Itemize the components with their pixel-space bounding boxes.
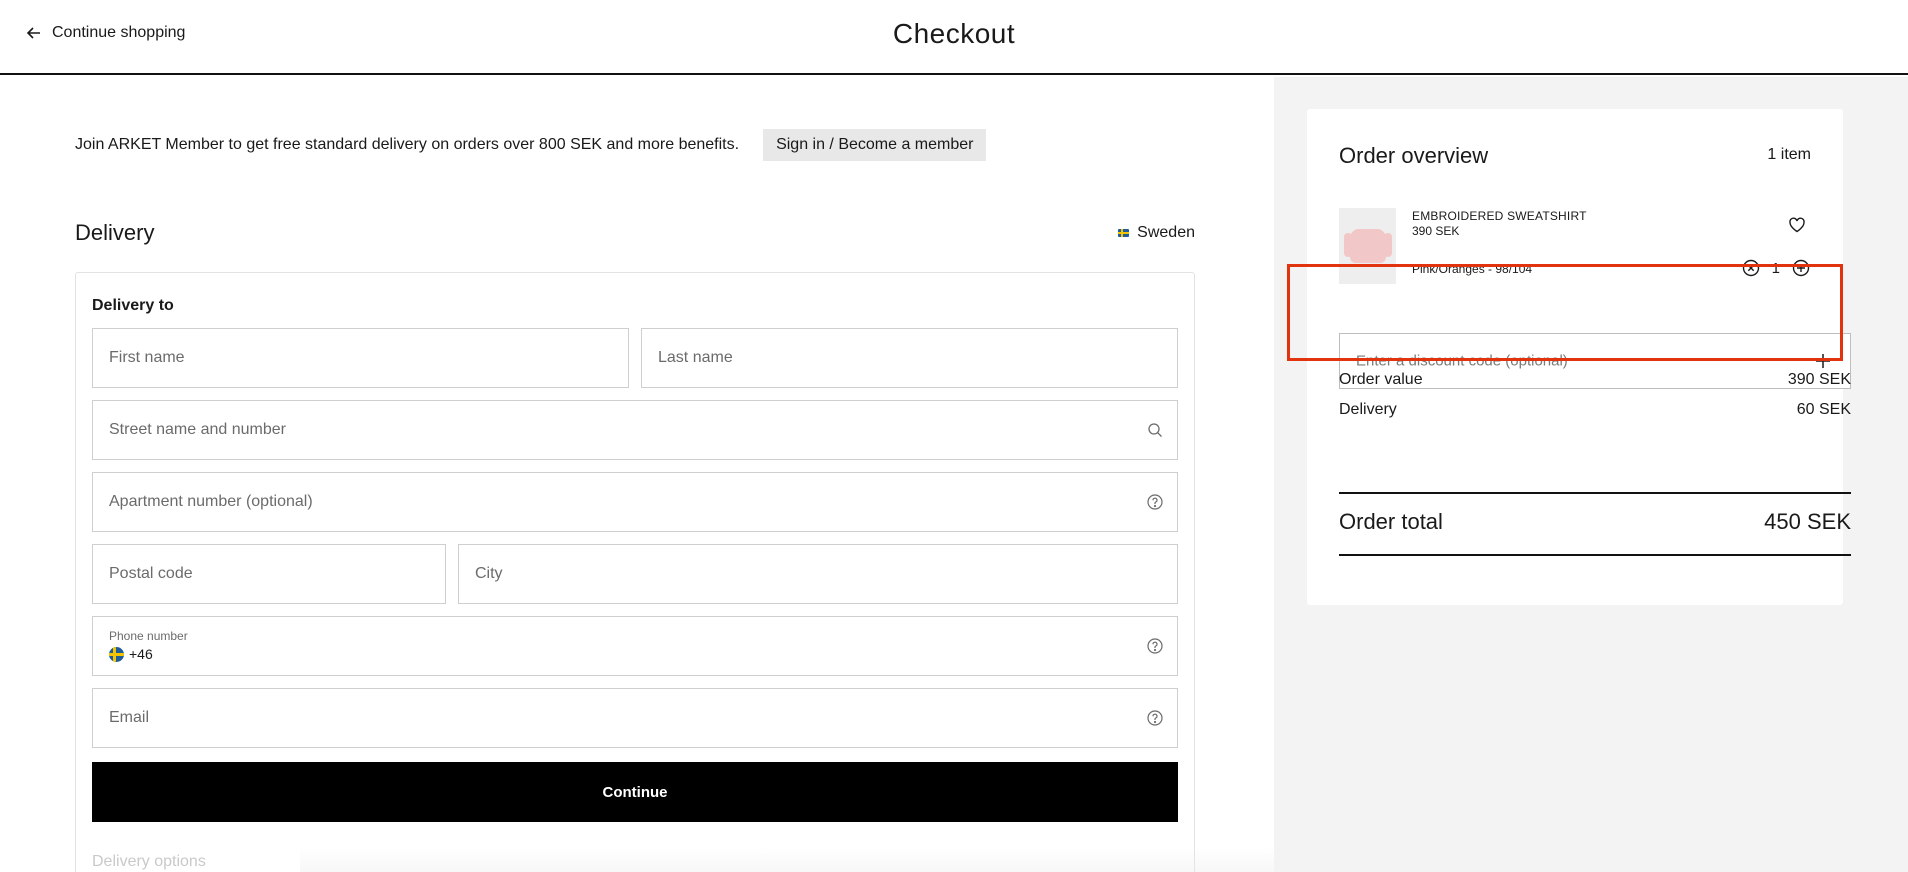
country-selector[interactable]: Sweden bbox=[1118, 224, 1195, 242]
remove-circle-icon[interactable] bbox=[1742, 259, 1760, 277]
member-promo-text: Join ARKET Member to get free standard d… bbox=[75, 136, 740, 153]
delivery-title: Delivery bbox=[75, 220, 155, 245]
help-circle-icon[interactable] bbox=[1147, 638, 1163, 654]
header: Continue shopping Checkout bbox=[0, 0, 1908, 75]
delivery-header: Delivery Sweden bbox=[75, 220, 1195, 246]
help-circle-icon[interactable] bbox=[1147, 494, 1163, 510]
sweden-flag-icon bbox=[1118, 229, 1130, 237]
delivery-form: Delivery to First name Last name Street … bbox=[75, 272, 1195, 872]
city-placeholder: City bbox=[475, 565, 503, 582]
order-total-value: 450 SEK bbox=[1764, 509, 1851, 534]
product-thumbnail[interactable] bbox=[1339, 208, 1396, 284]
order-value-row: Order value 390 SEK bbox=[1339, 371, 1851, 389]
checkout-main: Join ARKET Member to get free standard d… bbox=[0, 77, 1600, 872]
country-label: Sweden bbox=[1137, 224, 1195, 241]
phone-country-code[interactable]: +46 bbox=[109, 646, 153, 662]
member-promo: Join ARKET Member to get free standard d… bbox=[75, 129, 987, 161]
product-variant: Pink/Oranges - 98/104 bbox=[1412, 262, 1533, 276]
total-divider-bottom bbox=[1339, 554, 1851, 556]
phone-field[interactable]: Phone number +46 bbox=[92, 616, 1178, 676]
email-field[interactable]: Email bbox=[92, 688, 1178, 748]
order-total-label: Order total bbox=[1339, 509, 1443, 534]
postal-code-placeholder: Postal code bbox=[109, 565, 193, 582]
heart-icon[interactable] bbox=[1788, 216, 1806, 234]
apartment-field[interactable]: Apartment number (optional) bbox=[92, 472, 1178, 532]
delivery-options-heading: Delivery options bbox=[92, 853, 206, 870]
delivery-cost-value: 60 SEK bbox=[1796, 401, 1851, 418]
delivery-cost-row: Delivery 60 SEK bbox=[1339, 401, 1851, 419]
city-field[interactable]: City bbox=[458, 544, 1178, 604]
last-name-placeholder: Last name bbox=[658, 349, 733, 366]
sweatshirt-image bbox=[1343, 229, 1392, 263]
delivery-cost-label: Delivery bbox=[1339, 401, 1397, 418]
sign-in-button[interactable]: Sign in / Become a member bbox=[763, 129, 987, 161]
order-value: 390 SEK bbox=[1787, 371, 1851, 388]
street-field[interactable]: Street name and number bbox=[92, 400, 1178, 460]
delivery-to-label: Delivery to bbox=[92, 297, 174, 314]
continue-button[interactable]: Continue bbox=[92, 762, 1178, 822]
first-name-field[interactable]: First name bbox=[92, 328, 629, 388]
help-circle-icon[interactable] bbox=[1147, 710, 1163, 726]
last-name-field[interactable]: Last name bbox=[641, 328, 1178, 388]
quantity-stepper: 1 bbox=[1742, 259, 1810, 277]
plus-circle-icon[interactable] bbox=[1792, 259, 1810, 277]
apartment-placeholder: Apartment number (optional) bbox=[109, 493, 313, 510]
item-count: 1 item bbox=[1767, 146, 1811, 163]
phone-prefix: +46 bbox=[129, 646, 153, 662]
search-icon[interactable] bbox=[1147, 422, 1163, 438]
sweden-flag-icon bbox=[109, 646, 124, 662]
page-title: Checkout bbox=[892, 18, 1016, 49]
total-divider-top bbox=[1339, 492, 1851, 494]
order-total-row: Order total 450 SEK bbox=[1339, 509, 1851, 535]
discount-code-placeholder: Enter a discount code (optional) bbox=[1356, 352, 1568, 370]
order-overview-card: Order overview 1 item EMBROIDERED SWEATS… bbox=[1307, 109, 1851, 605]
order-sidebar: Order overview 1 item EMBROIDERED SWEATS… bbox=[1274, 77, 1908, 872]
email-placeholder: Email bbox=[109, 709, 150, 726]
product-price: 390 SEK bbox=[1412, 224, 1460, 238]
phone-label: Phone number bbox=[109, 629, 188, 643]
plus-icon[interactable] bbox=[1814, 352, 1832, 370]
quantity-value: 1 bbox=[1771, 259, 1780, 277]
product-name: EMBROIDERED SWEATSHIRT bbox=[1412, 209, 1587, 223]
street-placeholder: Street name and number bbox=[109, 421, 286, 438]
postal-code-field[interactable]: Postal code bbox=[92, 544, 446, 604]
order-value-label: Order value bbox=[1339, 371, 1423, 388]
order-overview-title: Order overview bbox=[1339, 143, 1489, 168]
first-name-placeholder: First name bbox=[109, 349, 185, 366]
